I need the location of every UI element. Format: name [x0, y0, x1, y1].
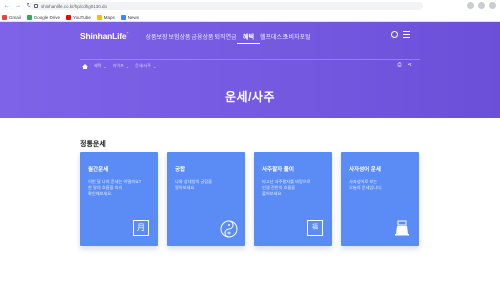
print-icon[interactable]: ⎙ — [397, 63, 402, 68]
forward-icon[interactable]: → — [14, 2, 22, 10]
menu-item[interactable]: 퇴직연금 — [214, 32, 237, 44]
bookmark-label: News — [127, 14, 139, 20]
menu-item[interactable]: 혜택 — [237, 32, 260, 44]
menu-item[interactable]: 보험상품 — [168, 32, 191, 44]
menu-item[interactable]: 헬프데스크 — [260, 32, 288, 44]
card-title: 사주팔자 풀이 — [262, 167, 294, 173]
breadcrumb-divider — [80, 59, 420, 60]
fortune-card[interactable]: 사자성어 운세사자성어로 보는 오늘의 운세입니다. — [341, 152, 419, 246]
breadcrumb-item[interactable]: 혜택 ⌄ — [94, 63, 107, 69]
card-title: 궁합 — [175, 167, 186, 173]
bookmarks-bar: Gmail Google Drive YouTube Maps News — [2, 13, 139, 21]
gnb-tools — [391, 31, 410, 38]
fortune-card[interactable]: 사주팔자 풀이타고난 사주팔자를 바탕으로 인생 전반의 흐름을 풀어보세요. 福 — [254, 152, 332, 246]
menu-item[interactable]: 상품보장 — [145, 32, 168, 44]
bookmark-favicon-icon — [26, 14, 32, 20]
url-text[interactable]: shinhanlife.co.kr/hp/cdhg0130.do — [41, 4, 107, 9]
bookmark-favicon-icon — [96, 14, 102, 20]
main-menu: 상품보장 보험상품 금융상품 퇴직연금 혜택 헬프데스크 소비자포털 — [145, 32, 311, 44]
bookmark-item[interactable]: Google Drive — [26, 14, 61, 20]
hamburger-menu-icon[interactable] — [403, 31, 410, 38]
home-icon[interactable] — [82, 63, 88, 69]
breadcrumb: 혜택 ⌄ 라이프 ⌄ 운세/사주 ⌄ — [82, 63, 156, 69]
fortune-card[interactable]: 월간운세이번 달 나의 운세는 어떨까요? 한 달의 흐름을 미리 확인해보세요. 月 — [80, 152, 158, 246]
bookmark-label: Maps — [103, 14, 115, 20]
bookmark-favicon-icon — [2, 14, 7, 20]
breadcrumb-label: 운세/사주 — [135, 63, 151, 68]
breadcrumb-label: 혜택 — [94, 63, 102, 68]
ink-brush-icon — [394, 220, 410, 236]
card-description: 이번 달 나의 운세는 어떨까요? 한 달의 흐름을 미리 확인해보세요. — [88, 179, 152, 198]
bookmark-item[interactable]: YouTube — [66, 14, 91, 20]
fortune-card-list: 월간운세이번 달 나의 운세는 어떨까요? 한 달의 흐름을 미리 확인해보세요. 月… — [80, 152, 420, 246]
bookmark-label: YouTube — [73, 14, 91, 20]
calendar-moon-icon: 月 — [133, 220, 149, 236]
browser-chrome: ← → ↻ shinhanlife.co.kr/hp/cdhg0130.do G… — [0, 0, 500, 22]
yin-yang-icon — [220, 220, 238, 238]
address-row: ← → ↻ shinhanlife.co.kr/hp/cdhg0130.do — [0, 0, 500, 12]
logo-mark: ⁺ — [126, 31, 129, 37]
logo-text[interactable]: ShinhanLife — [80, 31, 127, 41]
card-description: 나와 상대방의 궁합을 알아보세요. — [175, 179, 239, 191]
bookmark-label: Gmail — [9, 14, 21, 20]
card-description-line: 오늘의 운세입니다. — [349, 185, 383, 191]
breadcrumb-tools: ⎙ ⋖ — [397, 63, 412, 68]
lock-icon — [34, 4, 38, 8]
page-header: ShinhanLife⁺ 상품보장 보험상품 금융상품 퇴직연금 혜택 헬프데스크 소비자포… — [0, 22, 500, 118]
bookmark-label: Google Drive — [33, 14, 61, 20]
card-description-line: 알아보세요. — [175, 185, 196, 191]
bookmark-favicon-icon — [66, 14, 72, 20]
browser-toolbar-icons — [467, 2, 496, 9]
bookmark-star-icon[interactable] — [467, 2, 474, 9]
breadcrumb-item[interactable]: 운세/사주 ⌄ — [135, 63, 156, 69]
global-nav: ShinhanLife⁺ 상품보장 보험상품 금융상품 퇴직연금 혜택 헬프데스크 소비자포… — [0, 22, 500, 48]
breadcrumb-item[interactable]: 라이프 ⌄ — [113, 63, 129, 69]
card-description-line: 확인해보세요. — [88, 191, 113, 197]
fortune-card[interactable]: 궁합나와 상대방의 궁합을 알아보세요. — [167, 152, 245, 246]
search-icon[interactable] — [391, 31, 398, 38]
card-title: 사자성어 운세 — [349, 167, 381, 173]
chevron-down-icon: ⌄ — [152, 63, 157, 69]
bookmark-item[interactable]: Gmail — [2, 14, 21, 20]
card-description: 타고난 사주팔자를 바탕으로 인생 전반의 흐름을 풀어보세요. — [262, 179, 326, 198]
fortune-chart-icon: 福 — [307, 220, 323, 236]
breadcrumb-label: 라이프 — [112, 63, 124, 68]
chevron-down-icon: ⌄ — [103, 63, 107, 69]
bookmark-item[interactable]: News — [120, 14, 139, 20]
logo[interactable]: ShinhanLife⁺ — [80, 31, 129, 41]
bookmark-item[interactable]: Maps — [96, 14, 115, 20]
section-title: 정통운세 — [80, 141, 106, 148]
card-description-line: 풀어보세요. — [262, 191, 283, 197]
extensions-icon[interactable] — [478, 2, 485, 9]
menu-item[interactable]: 소비자포털 — [283, 32, 311, 44]
menu-item[interactable]: 금융상품 — [191, 32, 214, 44]
back-icon[interactable]: ← — [3, 2, 11, 10]
chevron-down-icon: ⌄ — [125, 63, 130, 69]
page-title: 운세/사주 — [225, 90, 275, 104]
card-description: 사자성어로 보는 오늘의 운세입니다. — [349, 179, 413, 191]
bookmark-favicon-icon — [120, 14, 126, 20]
breadcrumb-bar: 혜택 ⌄ 라이프 ⌄ 운세/사주 ⌄ ⎙ ⋖ — [0, 59, 500, 69]
address-bar[interactable]: shinhanlife.co.kr/hp/cdhg0130.do — [30, 2, 423, 10]
card-title: 월간운세 — [88, 167, 109, 173]
share-icon[interactable]: ⋖ — [407, 63, 412, 68]
icon-glyph: 月 — [137, 223, 145, 232]
profile-icon[interactable] — [489, 2, 496, 9]
icon-glyph: 福 — [311, 225, 318, 231]
